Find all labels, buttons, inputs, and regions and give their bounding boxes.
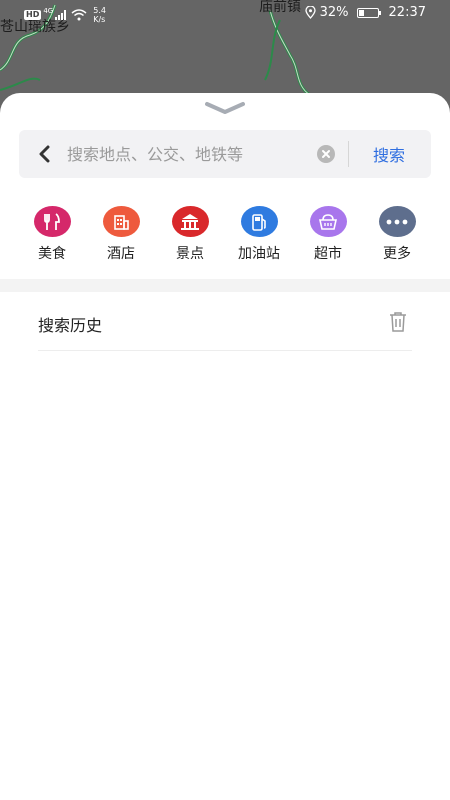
clock: 22:37 xyxy=(388,5,426,20)
category-label: 超市 xyxy=(314,246,342,262)
section-divider xyxy=(0,279,450,292)
category-gas-station[interactable]: 加油站 xyxy=(225,206,293,263)
clear-icon xyxy=(322,150,330,158)
category-hotel[interactable]: 酒店 xyxy=(87,206,155,263)
hotel-icon xyxy=(102,206,140,237)
category-label: 更多 xyxy=(383,246,411,262)
location-icon xyxy=(304,6,316,19)
supermarket-icon xyxy=(309,206,347,237)
wifi-icon xyxy=(71,9,87,21)
more-icon xyxy=(378,206,416,237)
signal-icon xyxy=(55,10,67,20)
category-shortcuts: 美食 酒店 景点 加油站 超市 更多 xyxy=(18,206,432,266)
battery-icon xyxy=(356,7,381,18)
gas-station-icon xyxy=(240,206,278,237)
category-label: 酒店 xyxy=(107,246,135,262)
search-history-title: 搜索历史 xyxy=(38,316,103,335)
status-bar: HD 4G 5.4 K/s 32% 22:37 xyxy=(0,0,450,28)
search-sheet: 搜索 美食 xyxy=(0,93,450,800)
hd-badge: HD xyxy=(24,10,42,20)
speed-unit: K/s xyxy=(93,15,106,24)
collapse-chevron-icon[interactable] xyxy=(205,101,245,115)
food-icon xyxy=(33,206,71,237)
search-input[interactable] xyxy=(67,140,307,168)
back-arrow-icon xyxy=(39,145,50,163)
category-label: 加油站 xyxy=(238,246,280,262)
category-food[interactable]: 美食 xyxy=(18,206,86,263)
back-button[interactable] xyxy=(33,142,55,166)
category-label: 景点 xyxy=(176,246,204,262)
divider xyxy=(348,141,349,167)
category-attraction[interactable]: 景点 xyxy=(156,206,224,263)
speed-value: 5.4 xyxy=(93,6,106,15)
network-speed: 5.4 K/s xyxy=(93,6,106,24)
trash-icon[interactable] xyxy=(388,311,408,333)
search-button[interactable]: 搜索 xyxy=(359,140,419,168)
clear-button[interactable] xyxy=(317,145,335,163)
search-history-header: 搜索历史 xyxy=(38,303,412,351)
attraction-icon xyxy=(171,206,209,237)
category-supermarket[interactable]: 超市 xyxy=(294,206,362,263)
battery-percent: 32% xyxy=(319,5,349,20)
search-bar: 搜索 xyxy=(19,130,431,178)
category-label: 美食 xyxy=(38,246,66,262)
category-more[interactable]: 更多 xyxy=(363,206,431,263)
network-type: 4G xyxy=(43,7,54,15)
